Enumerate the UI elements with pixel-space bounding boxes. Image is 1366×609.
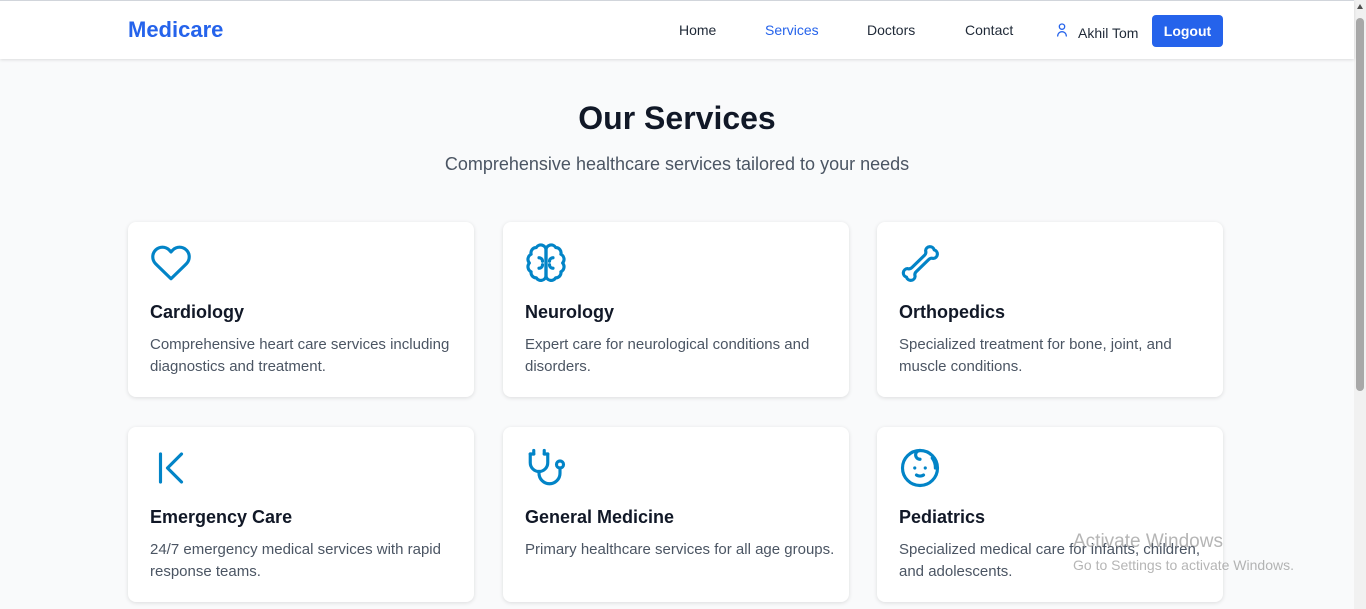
page-subtitle: Comprehensive healthcare services tailor… bbox=[444, 154, 910, 174]
baby-icon bbox=[899, 447, 941, 489]
service-title: Cardiology bbox=[150, 302, 245, 322]
service-card-pediatrics[interactable]: Pediatrics Specialized medical care for … bbox=[877, 427, 1223, 602]
nav-link-doctors[interactable]: Doctors bbox=[867, 22, 915, 38]
ambulance-icon bbox=[150, 447, 192, 489]
service-card-orthopedics[interactable]: Orthopedics Specialized treatment for bo… bbox=[877, 222, 1223, 397]
brain-icon bbox=[525, 242, 567, 284]
navbar: Medicare Home Services Doctors Contact A… bbox=[0, 0, 1354, 59]
service-title: Orthopedics bbox=[899, 302, 1006, 322]
scroll-thumb[interactable] bbox=[1356, 18, 1364, 391]
service-title: Neurology bbox=[525, 302, 615, 322]
bone-icon bbox=[899, 242, 941, 284]
nav-link-contact[interactable]: Contact bbox=[965, 22, 1013, 38]
service-title: General Medicine bbox=[525, 507, 675, 527]
service-description: Specialized treatment for bone, joint, a… bbox=[899, 336, 1172, 375]
vertical-scrollbar[interactable] bbox=[1354, 0, 1366, 609]
service-description: Primary healthcare services for all age … bbox=[525, 541, 835, 558]
service-title: Emergency Care bbox=[150, 507, 293, 527]
service-card-emergency-care[interactable]: Emergency Care 24/7 emergency medical se… bbox=[128, 427, 474, 602]
logout-button[interactable]: Logout bbox=[1152, 15, 1223, 47]
service-description: 24/7 emergency medical services with rap… bbox=[150, 541, 441, 580]
user-name: Akhil Tom bbox=[1078, 24, 1139, 41]
service-card-cardiology[interactable]: Cardiology Comprehensive heart care serv… bbox=[128, 222, 474, 397]
service-card-general-medicine[interactable]: General Medicine Primary healthcare serv… bbox=[503, 427, 849, 602]
nav-link-services[interactable]: Services bbox=[765, 22, 819, 38]
service-card-neurology[interactable]: Neurology Expert care for neurological c… bbox=[503, 222, 849, 397]
user-profile[interactable]: Akhil Tom bbox=[1054, 21, 1138, 44]
page-title: Our Services bbox=[578, 100, 776, 136]
heart-icon bbox=[150, 242, 192, 284]
brand-logo[interactable]: Medicare bbox=[128, 17, 223, 43]
user-icon bbox=[1054, 21, 1070, 44]
activate-windows-title: Activate Windows bbox=[1073, 531, 1223, 552]
scroll-up-arrow-icon[interactable] bbox=[1357, 4, 1363, 9]
service-description: Comprehensive heart care services includ… bbox=[150, 336, 450, 375]
nav-link-home[interactable]: Home bbox=[679, 22, 716, 38]
activate-windows-subtitle: Go to Settings to activate Windows. bbox=[1073, 557, 1294, 573]
service-description: Expert care for neurological conditions … bbox=[525, 336, 810, 375]
service-title: Pediatrics bbox=[899, 507, 986, 527]
stethoscope-icon bbox=[525, 447, 567, 489]
